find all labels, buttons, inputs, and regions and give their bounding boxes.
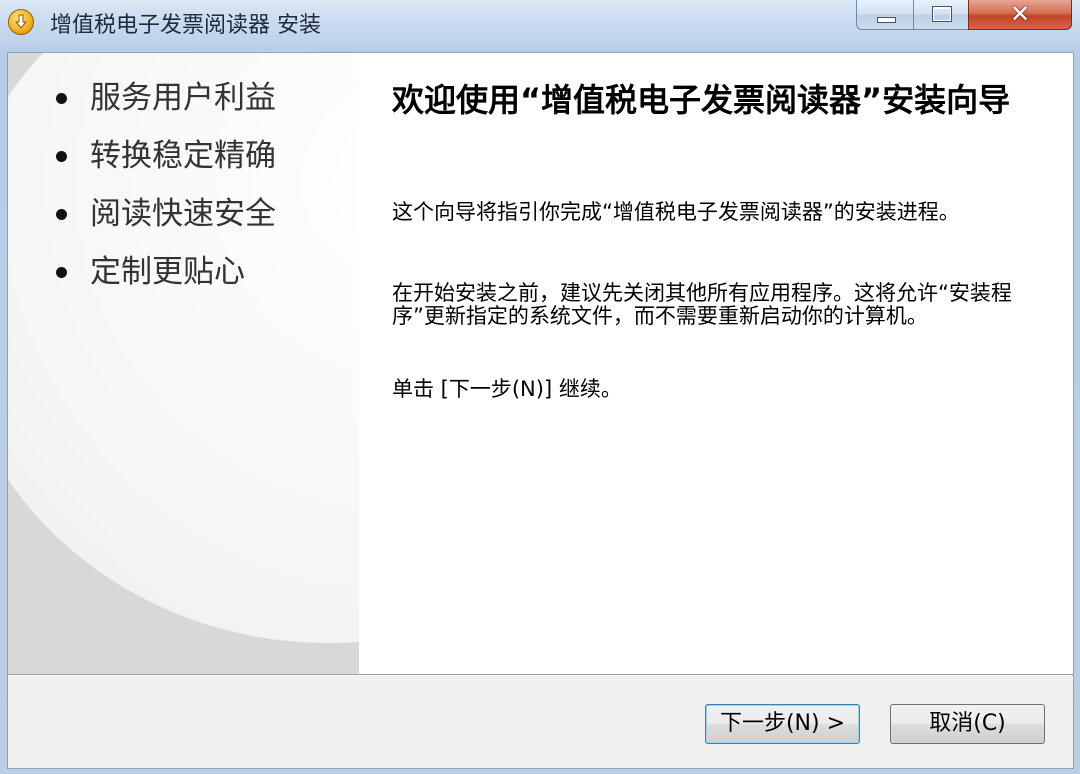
bullet-icon [56,209,67,220]
wizard-body: 服务用户利益 转换稳定精确 阅读快速安全 定制更贴心 欢迎使用“增值税电子发票阅… [7,52,1074,769]
feature-item: 服务用户利益 [54,75,276,133]
close-icon: ✕ [1009,0,1031,28]
minimize-button[interactable] [856,0,914,30]
footer-divider [8,674,1073,676]
next-button[interactable]: 下一步(N) > [705,704,860,744]
window-frame: 增值税电子发票阅读器 安装 ✕ 服务用户利益 转换稳定精确 阅读快速安全 定制更… [0,0,1080,774]
feature-list: 服务用户利益 转换稳定精确 阅读快速安全 定制更贴心 [54,75,276,307]
feature-item: 定制更贴心 [54,249,276,307]
intro-text: 这个向导将指引你完成“增值税电子发票阅读器”的安装进程。 [392,200,960,224]
maximize-icon [932,6,952,22]
maximize-button[interactable] [913,0,969,30]
page-title: 欢迎使用“增值税电子发票阅读器”安装向导 [392,81,1011,119]
advice-text: 在开始安装之前，建议先关闭其他所有应用程序。这将允许“安装程序”更新指定的系统文… [392,281,1012,328]
feature-label: 服务用户利益 [90,80,276,116]
welcome-panel: 欢迎使用“增值税电子发票阅读器”安装向导 这个向导将指引你完成“增值税电子发票阅… [359,53,1073,674]
bullet-icon [56,93,67,104]
bullet-icon [56,151,67,162]
minimize-icon [877,17,896,23]
sidebar-panel: 服务用户利益 转换稳定精确 阅读快速安全 定制更贴心 [8,53,360,674]
bullet-icon [56,267,67,278]
feature-label: 定制更贴心 [90,254,245,290]
feature-label: 阅读快速安全 [90,196,276,232]
feature-item: 阅读快速安全 [54,191,276,249]
continue-hint: 单击 [下一步(N)] 继续。 [392,377,622,401]
window-title: 增值税电子发票阅读器 安装 [50,13,321,38]
feature-label: 转换稳定精确 [90,138,276,174]
close-button[interactable]: ✕ [968,0,1072,30]
installer-icon [8,9,34,35]
cancel-button[interactable]: 取消(C) [890,704,1045,744]
title-bar[interactable]: 增值税电子发票阅读器 安装 ✕ [0,0,1080,46]
feature-item: 转换稳定精确 [54,133,276,191]
